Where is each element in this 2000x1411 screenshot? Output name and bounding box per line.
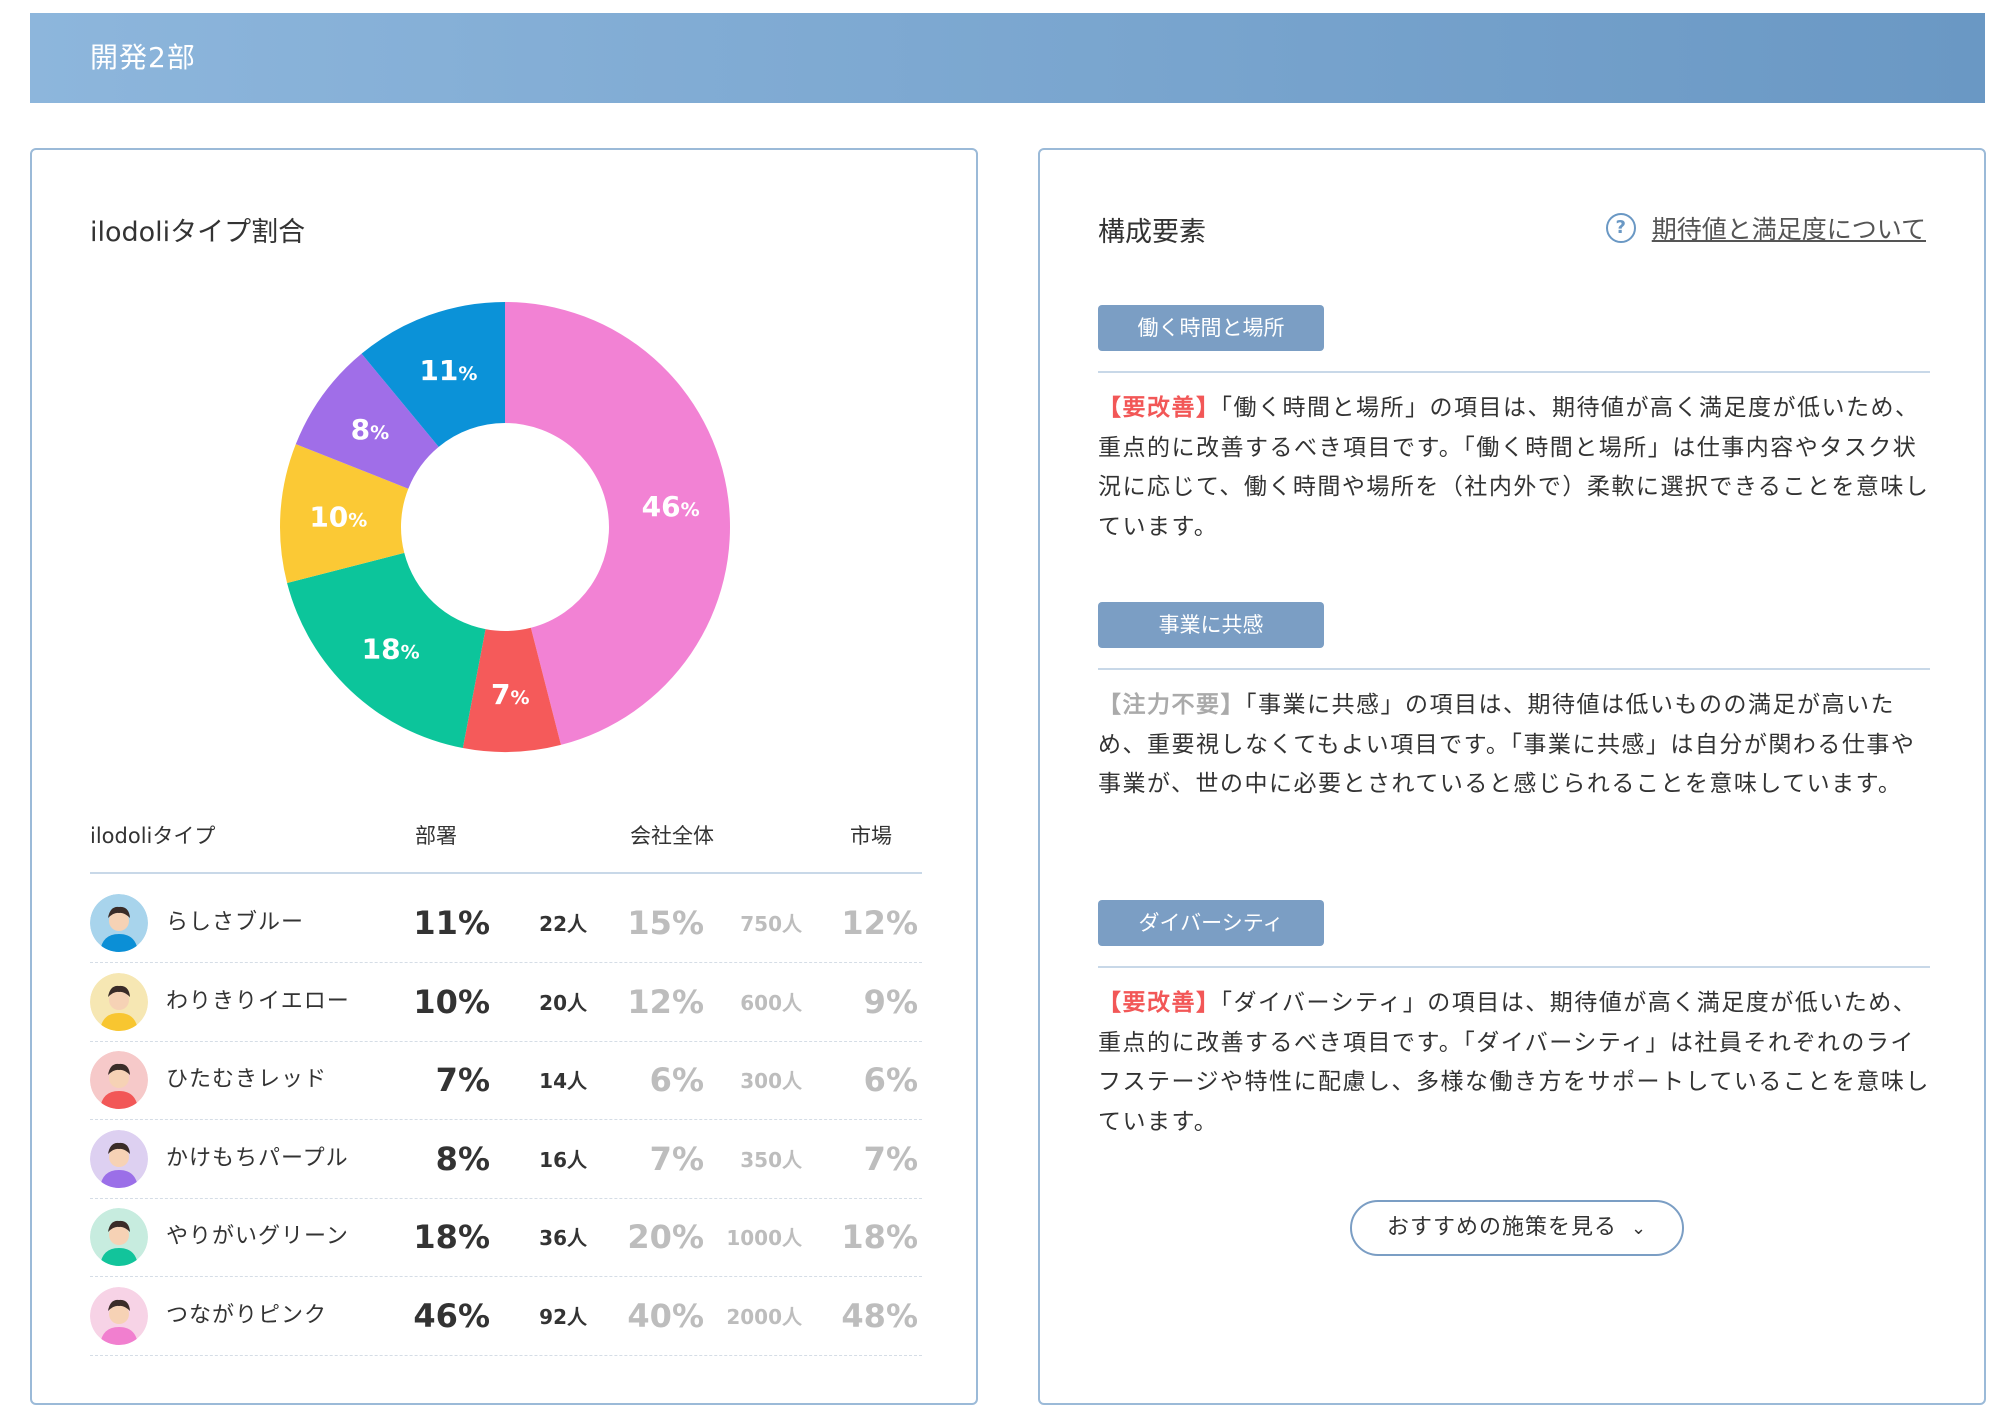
- company-percent: 6%: [649, 1061, 704, 1100]
- company-count: 600人: [740, 990, 802, 1015]
- dept-percent: 10%: [413, 982, 490, 1021]
- department-title: 開発2部: [90, 41, 196, 74]
- donut-chart-svg: 46%7%18%10%8%11%: [280, 302, 731, 752]
- description-text: 「ダイバーシティ」の項目は、期待値が高く満足度が低いため、重点的に改善するべき項…: [1098, 990, 1930, 1135]
- col-header-type: ilodoliタイプ: [90, 824, 216, 848]
- status-mark: 【要改善】: [1098, 395, 1221, 421]
- avatar: [90, 1208, 148, 1267]
- company-count: 750人: [740, 912, 802, 936]
- company-percent: 7%: [649, 1139, 704, 1178]
- type-row: らしさブルー 11% 22人 15% 750人 12%: [90, 884, 922, 963]
- component-tag: ダイバーシティ: [1098, 900, 1324, 946]
- status-mark: 【要改善】: [1098, 990, 1221, 1016]
- dept-count: 22人: [539, 912, 587, 936]
- col-header-company: 会社全体: [630, 824, 714, 848]
- component-description: 【要改善】「働く時間と場所」の項目は、期待値が高く満足度が低いため、重点的に改善…: [1098, 389, 1930, 547]
- avatar: [90, 972, 148, 1031]
- col-header-dept: 部署: [415, 824, 457, 848]
- market-percent: 12%: [841, 904, 918, 942]
- type-name: わりきりイエロー: [166, 988, 350, 1014]
- donut-chart: 46% 7% 18% 10% 8% 11%: [280, 302, 731, 752]
- section-divider: [1098, 668, 1930, 670]
- market-percent: 7%: [863, 1139, 918, 1178]
- avatar: [90, 1287, 148, 1345]
- company-count: 2000人: [726, 1305, 802, 1329]
- market-percent: 9%: [863, 982, 918, 1021]
- component-tag: 事業に共感: [1098, 602, 1324, 648]
- dept-percent: 7%: [435, 1061, 490, 1100]
- dept-percent: 18%: [413, 1218, 490, 1257]
- market-percent: 18%: [841, 1218, 918, 1257]
- help-link-text[interactable]: 期待値と満足度について: [1652, 210, 1926, 246]
- expectation-satisfaction-link[interactable]: ? 期待値と満足度について: [1605, 210, 1926, 246]
- type-row: かけもちパープル 8% 16人 7% 350人 7%: [90, 1120, 922, 1199]
- market-percent: 6%: [863, 1061, 918, 1100]
- company-count: 300人: [740, 1069, 802, 1094]
- section-divider: [1098, 371, 1930, 373]
- components-card: 構成要素 ? 期待値と満足度について 働く時間と場所 【要改善】「働く時間と場所」…: [1038, 148, 1986, 1405]
- dept-count: 20人: [539, 990, 587, 1015]
- component-description: 【要改善】「ダイバーシティ」の項目は、期待値が高く満足度が低いため、重点的に改善…: [1098, 984, 1930, 1142]
- company-percent: 15%: [627, 904, 704, 942]
- avatar: [90, 1051, 148, 1110]
- company-percent: 12%: [627, 982, 704, 1021]
- recommend-measures-button[interactable]: おすすめの施策を見る ⌄: [1350, 1200, 1684, 1256]
- dept-percent: 11%: [413, 904, 490, 942]
- recommend-button-label: おすすめの施策を見る: [1386, 1215, 1617, 1240]
- avatar: [90, 894, 148, 952]
- type-name: かけもちパープル: [166, 1145, 349, 1171]
- company-count: 350人: [740, 1147, 802, 1172]
- chevron-down-icon: ⌄: [1630, 1218, 1648, 1239]
- type-name: やりがいグリーン: [166, 1224, 349, 1250]
- dept-percent: 46%: [413, 1297, 490, 1335]
- page-header: 開発2部: [30, 13, 1985, 103]
- question-icon: ?: [1605, 213, 1636, 243]
- type-ratio-title: ilodoliタイプ割合: [90, 217, 306, 248]
- company-percent: 20%: [627, 1218, 704, 1257]
- section-divider: [1098, 966, 1930, 968]
- market-percent: 48%: [841, 1297, 918, 1335]
- type-name: らしさブルー: [166, 910, 305, 935]
- dept-count: 36人: [539, 1226, 587, 1251]
- description-text: 「働く時間と場所」の項目は、期待値が高く満足度が低いため、重点的に改善するべき項…: [1098, 395, 1930, 540]
- type-row: わりきりイエロー 10% 20人 12% 600人 9%: [90, 963, 922, 1042]
- company-count: 1000人: [726, 1226, 802, 1251]
- component-tag: 働く時間と場所: [1098, 305, 1324, 351]
- component-description: 【注力不要】「事業に共感」の項目は、期待値は低いものの満足が高いため、重要視しな…: [1098, 686, 1930, 805]
- type-name: ひたむきレッド: [166, 1067, 328, 1093]
- company-percent: 40%: [627, 1297, 704, 1335]
- status-mark: 【注力不要】: [1098, 692, 1245, 718]
- type-row: やりがいグリーン 18% 36人 20% 1000人 18%: [90, 1198, 922, 1278]
- type-name: つながりピンク: [166, 1303, 328, 1328]
- dept-count: 92人: [539, 1305, 587, 1329]
- type-row: ひたむきレッド 7% 14人 6% 300人 6%: [90, 1041, 922, 1121]
- components-title: 構成要素: [1098, 217, 1206, 248]
- type-table-header: ilodoliタイプ 部署 会社全体 市場: [90, 820, 922, 874]
- col-header-market: 市場: [850, 824, 892, 848]
- dept-count: 14人: [539, 1069, 587, 1094]
- dept-percent: 8%: [435, 1139, 490, 1178]
- type-row: つながりピンク 46% 92人 40% 2000人 48%: [90, 1277, 922, 1356]
- dept-count: 16人: [539, 1147, 587, 1172]
- type-ratio-card: ilodoliタイプ割合 46% 7% 18% 10% 8% 11% ilodoliタイプ…: [30, 148, 978, 1405]
- avatar: [90, 1129, 148, 1188]
